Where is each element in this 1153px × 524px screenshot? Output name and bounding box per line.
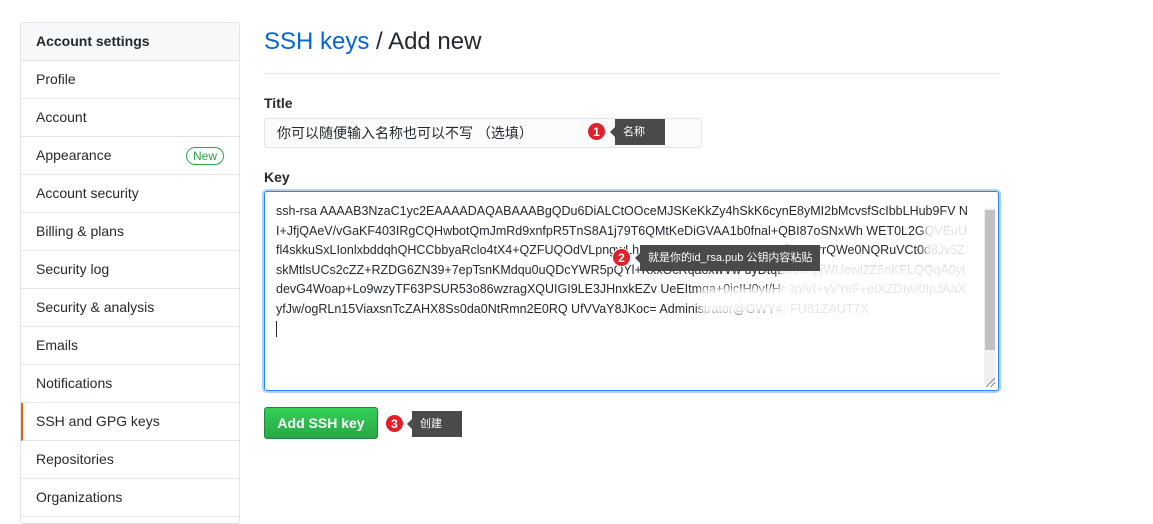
- sidebar-item-profile[interactable]: Profile: [21, 61, 239, 99]
- breadcrumb-ssh-keys-link[interactable]: SSH keys: [264, 28, 369, 55]
- settings-sidebar: Account settings Profile Account Appeara…: [20, 22, 240, 524]
- resize-handle-icon[interactable]: [986, 378, 995, 387]
- breadcrumb-current: Add new: [388, 28, 482, 55]
- sidebar-item-repositories[interactable]: Repositories: [21, 441, 239, 479]
- sidebar-item-security-analysis[interactable]: Security & analysis: [21, 289, 239, 327]
- sidebar-item-account[interactable]: Account: [21, 99, 239, 137]
- sidebar-item-ssh-gpg-keys[interactable]: SSH and GPG keys: [21, 403, 239, 441]
- annotation-tooltip: 创建: [407, 411, 462, 437]
- title-label: Title: [264, 95, 293, 111]
- textarea-scrollbar[interactable]: [984, 208, 996, 384]
- redaction-blur: [925, 222, 970, 258]
- sidebar-item-account-security[interactable]: Account security: [21, 175, 239, 213]
- annotation-number-badge: 3: [385, 414, 404, 433]
- annotation-number-badge: 2: [612, 248, 631, 267]
- page-title: SSH keys / Add new: [264, 27, 481, 57]
- sidebar-item-appearance[interactable]: Appearance New: [21, 137, 239, 175]
- text-caret: [276, 321, 277, 337]
- sidebar-item-label: Appearance: [36, 147, 112, 163]
- sidebar-item-emails[interactable]: Emails: [21, 327, 239, 365]
- key-label: Key: [264, 169, 290, 185]
- sidebar-header: Account settings: [21, 23, 239, 61]
- breadcrumb-separator: /: [376, 28, 383, 55]
- sidebar-item-organizations[interactable]: Organizations: [21, 479, 239, 517]
- redaction-blur: [780, 262, 980, 352]
- annotation-number-badge: 1: [587, 122, 606, 141]
- annotation-tooltip: 名称: [610, 119, 665, 145]
- add-ssh-key-button[interactable]: Add SSH key: [264, 407, 378, 439]
- sidebar-item-security-log[interactable]: Security log: [21, 251, 239, 289]
- sidebar-item-billing[interactable]: Billing & plans: [21, 213, 239, 251]
- redaction-blur: [700, 288, 790, 314]
- scrollbar-thumb[interactable]: [985, 210, 995, 350]
- title-divider: [264, 73, 1000, 74]
- annotation-tooltip: 就是你的id_rsa.pub 公钥内容粘贴: [634, 245, 821, 271]
- sidebar-item-notifications[interactable]: Notifications: [21, 365, 239, 403]
- new-badge: New: [185, 147, 224, 165]
